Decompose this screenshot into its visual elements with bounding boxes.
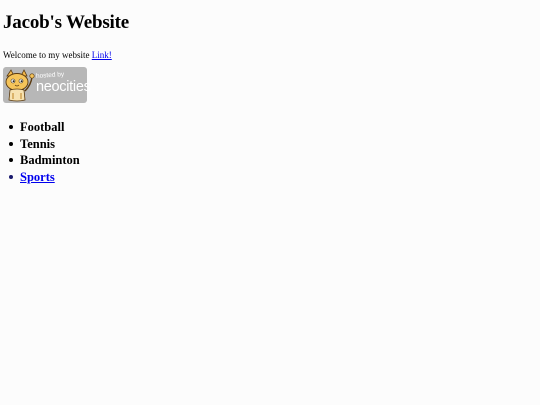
list-item-label: Tennis [20,136,55,151]
neocities-badge[interactable]: hosted by neocities [3,67,91,103]
sports-link[interactable]: Sports [20,170,55,184]
badge-brand-text: neocities [36,79,91,95]
list-item-sports: Sports [9,169,540,186]
bullet-icon [9,174,13,179]
bullet-icon [9,141,13,146]
page-body: Jacob's Website Welcome to my website Li… [0,0,540,185]
list-item-football: Football [9,119,540,136]
list-item-badminton: Badminton [9,152,540,169]
list-item-tennis: Tennis [9,136,540,153]
bullet-icon [9,125,13,129]
sports-list: Football Tennis Badminton Sports [3,119,540,185]
neocities-cat-icon [5,69,35,102]
bullet-icon [9,158,13,162]
list-item-label: Badminton [20,153,80,167]
list-item-label: Football [20,120,65,134]
intro-link[interactable]: Link! [92,50,112,60]
welcome-text: Welcome to my website [3,50,90,60]
welcome-paragraph: Welcome to my website Link! [3,50,540,60]
page-title: Jacob's Website [3,12,129,33]
